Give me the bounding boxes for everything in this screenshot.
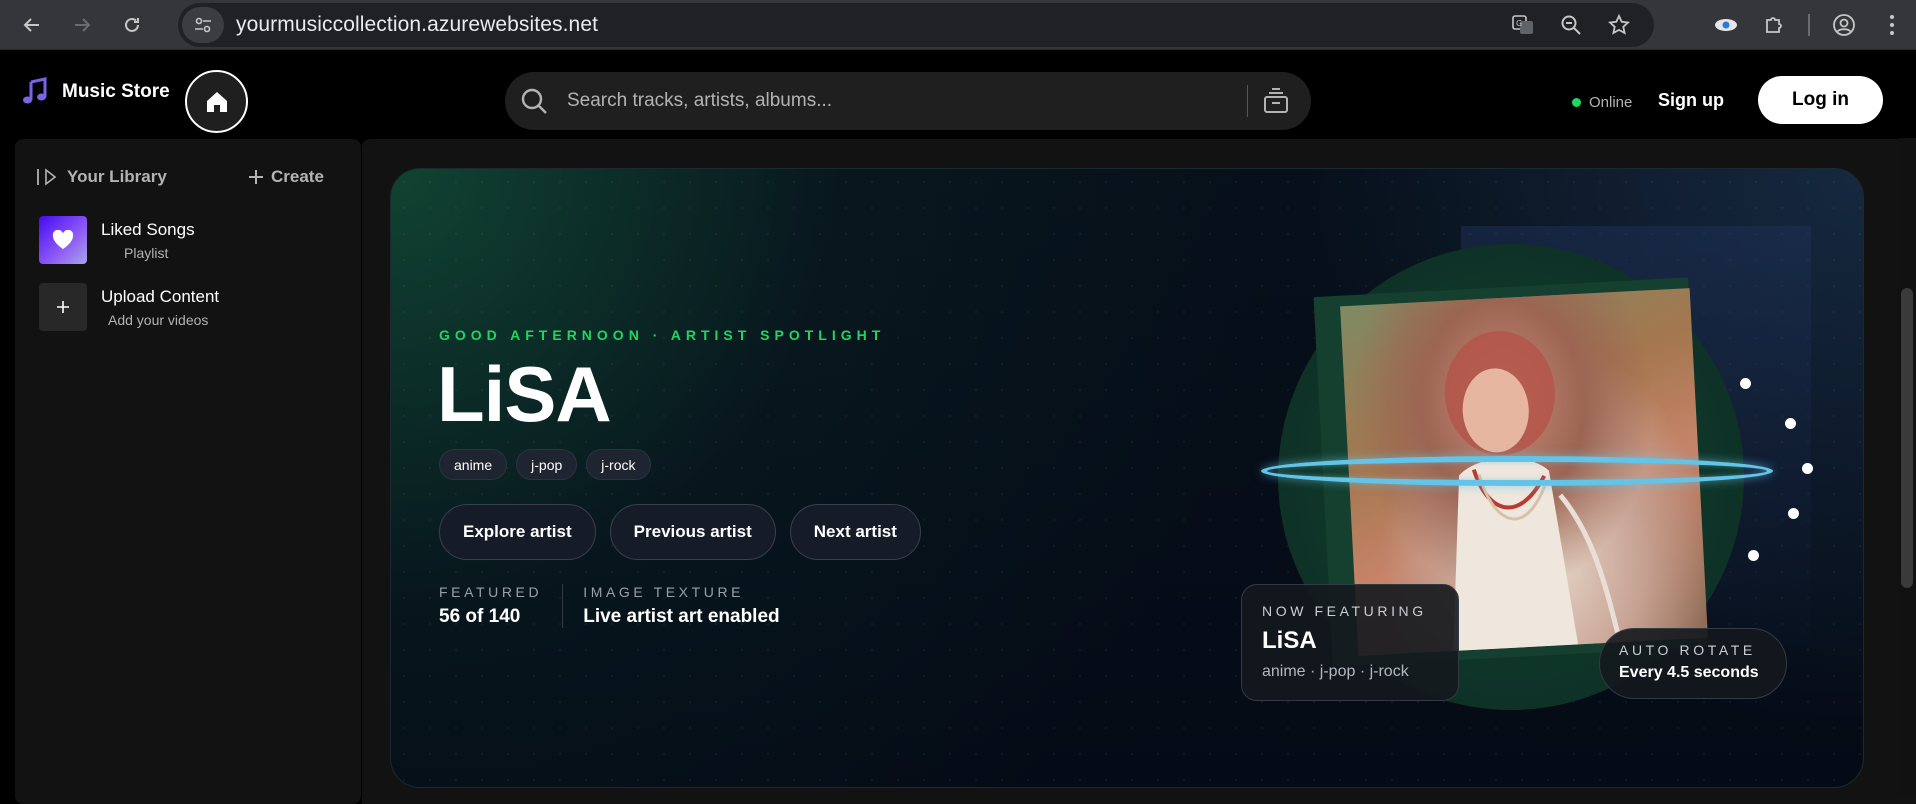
artist-name: LiSA: [437, 350, 612, 438]
now-featuring-name: LiSA: [1262, 627, 1317, 654]
orbit-dot: [1788, 508, 1799, 519]
eye-extension-icon[interactable]: [1702, 0, 1750, 50]
browse-icon[interactable]: [1261, 86, 1291, 116]
library-label: Your Library: [67, 167, 167, 186]
stat-featured: FEATURED 56 of 140: [439, 584, 562, 628]
online-status: Online: [1572, 94, 1632, 111]
stat-value: 56 of 140: [439, 606, 521, 627]
home-icon: [206, 91, 227, 112]
page-scrollbar[interactable]: [1898, 138, 1916, 797]
library-panel-icon: [37, 168, 57, 186]
music-note-icon: [23, 77, 47, 104]
hero-actions: Explore artist Previous artist Next arti…: [439, 504, 921, 560]
zoom-icon[interactable]: [1558, 12, 1584, 38]
login-button[interactable]: Log in: [1758, 76, 1883, 124]
toolbar-divider: [1808, 14, 1810, 36]
plus-icon: [249, 170, 263, 184]
forward-icon[interactable]: [64, 7, 100, 43]
genre-tag[interactable]: j-pop: [516, 449, 578, 480]
orbit-dot: [1785, 418, 1796, 429]
translate-icon[interactable]: G: [1510, 12, 1536, 38]
create-button[interactable]: Create: [247, 167, 324, 187]
app-header: Music Store Online Sign up Log in: [0, 50, 1916, 138]
auto-rotate-card: AUTO ROTATE Every 4.5 seconds: [1599, 628, 1787, 699]
library-item-subtitle: Add your videos: [108, 311, 209, 328]
library-item-title: Liked Songs: [101, 219, 195, 239]
extensions-icon[interactable]: [1750, 0, 1798, 50]
library-item-subtitle: Playlist: [124, 244, 169, 261]
status-dot: [1572, 98, 1581, 107]
orbit-dot: [1802, 463, 1813, 474]
heart-icon: [52, 230, 74, 249]
orbit-ring: [1261, 456, 1773, 486]
library-item-liked-songs[interactable]: Liked Songs Playlist: [39, 216, 195, 264]
stat-label: FEATURED: [439, 584, 543, 600]
search-bar[interactable]: [505, 72, 1311, 130]
now-featuring-tags: anime · j-pop · j-rock: [1262, 663, 1409, 680]
reload-icon[interactable]: [114, 7, 150, 43]
menu-kebab-icon[interactable]: [1868, 0, 1916, 50]
liked-songs-thumb: [39, 216, 87, 264]
stat-value: Live artist art enabled: [583, 606, 780, 627]
search-divider: [1247, 85, 1248, 117]
library-item-title: Upload Content: [101, 286, 220, 306]
svg-text:G: G: [1516, 19, 1522, 28]
create-label: Create: [271, 167, 324, 186]
hero-stats: FEATURED 56 of 140 IMAGE TEXTURE Live ar…: [439, 584, 800, 628]
genre-tags: anime j-pop j-rock: [439, 449, 651, 480]
library-item-upload[interactable]: Upload Content Add your videos: [39, 283, 219, 331]
browser-toolbar: yourmusiccollection.azurewebsites.net G: [0, 0, 1916, 50]
library-sidebar: Your Library Create Liked Songs Playlist…: [15, 139, 361, 804]
app-title: Music Store: [62, 81, 170, 102]
orbit-dot: [1740, 378, 1751, 389]
auto-rotate-label: AUTO ROTATE: [1619, 642, 1756, 658]
genre-tag[interactable]: j-rock: [586, 449, 651, 480]
plus-icon: [57, 301, 69, 313]
auto-rotate-value: Every 4.5 seconds: [1619, 664, 1759, 681]
stat-image-texture: IMAGE TEXTURE Live artist art enabled: [562, 584, 799, 628]
profile-icon[interactable]: [1820, 0, 1868, 50]
spotlight-eyebrow: GOOD AFTERNOON · ARTIST SPOTLIGHT: [439, 327, 886, 343]
back-icon[interactable]: [14, 7, 50, 43]
home-button[interactable]: [185, 70, 248, 133]
now-featuring-card: NOW FEATURING LiSA anime · j-pop · j-roc…: [1241, 584, 1459, 701]
genre-tag[interactable]: anime: [439, 449, 508, 480]
upload-thumb: [39, 283, 87, 331]
orbit-dot: [1748, 550, 1759, 561]
status-text: Online: [1589, 94, 1633, 111]
stat-label: IMAGE TEXTURE: [583, 584, 745, 600]
explore-artist-button[interactable]: Explore artist: [439, 504, 596, 560]
signup-link[interactable]: Sign up: [1658, 90, 1724, 111]
address-bar[interactable]: yourmusiccollection.azurewebsites.net G: [178, 3, 1654, 47]
bookmark-star-icon[interactable]: [1606, 12, 1632, 38]
url-text[interactable]: yourmusiccollection.azurewebsites.net: [236, 13, 598, 37]
app-logo[interactable]: Music Store: [20, 77, 170, 107]
now-featuring-label: NOW FEATURING: [1262, 603, 1427, 619]
previous-artist-button[interactable]: Previous artist: [609, 504, 776, 560]
library-toggle[interactable]: Your Library: [35, 167, 167, 187]
search-input[interactable]: [567, 90, 1227, 112]
artist-spotlight-hero: GOOD AFTERNOON · ARTIST SPOTLIGHT LiSA a…: [390, 168, 1864, 788]
search-icon: [521, 88, 547, 114]
next-artist-button[interactable]: Next artist: [789, 504, 921, 560]
scrollbar-thumb[interactable]: [1901, 288, 1913, 588]
site-info-icon[interactable]: [182, 7, 224, 43]
